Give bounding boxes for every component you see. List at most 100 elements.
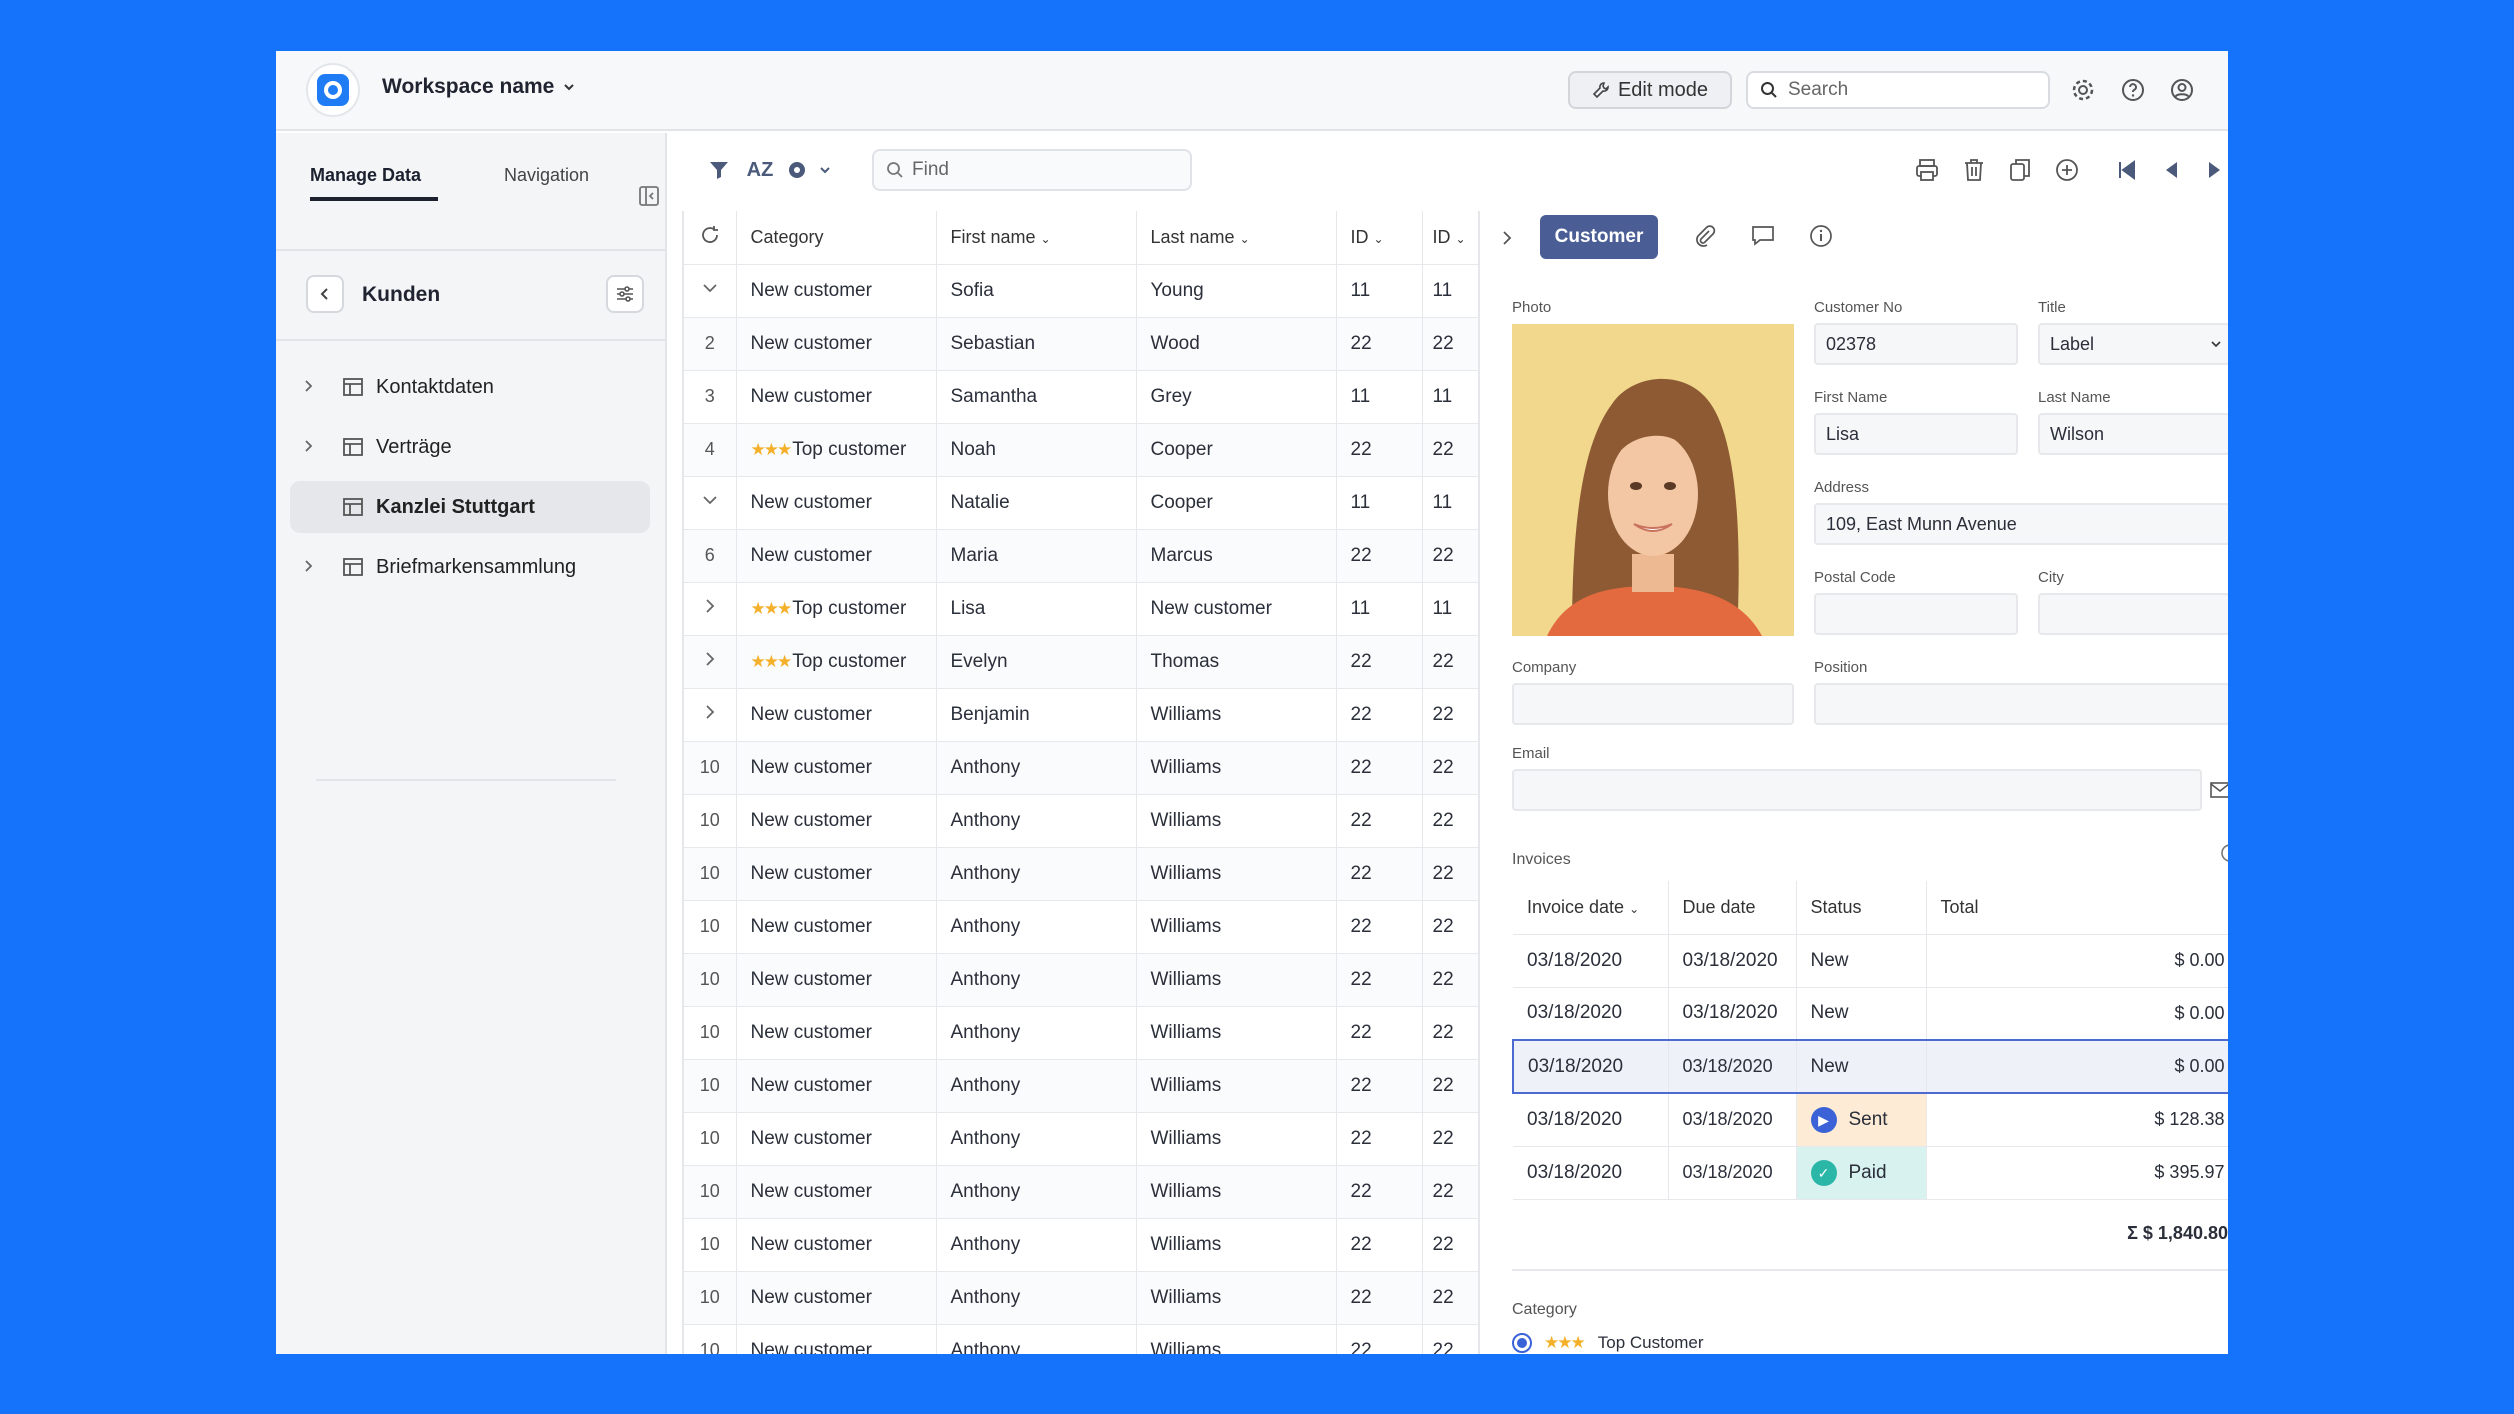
invoice-row[interactable]: 03/18/2020 03/18/2020 New $ 0.00 xyxy=(1512,1039,2228,1094)
category-option-top-customer[interactable]: ★★★ Top Customer xyxy=(1512,1333,1704,1353)
table-row[interactable]: 2 New customer Sebastian Wood 22 22 xyxy=(684,317,1478,371)
cell-category[interactable]: New customer xyxy=(736,1059,937,1113)
column-header-invoice-date[interactable]: Invoice date ⌄ xyxy=(1513,881,1669,935)
cell-due-date[interactable]: 03/18/2020 xyxy=(1668,1093,1797,1147)
column-header-total[interactable]: Total xyxy=(1926,881,2228,935)
cell-due-date[interactable]: 03/18/2020 xyxy=(1668,1146,1797,1200)
cell-last-name[interactable]: Cooper xyxy=(1136,423,1337,477)
comment-icon[interactable] xyxy=(1750,223,1776,249)
cell-category[interactable]: New customer xyxy=(736,476,937,530)
cell-id-2[interactable]: 11 xyxy=(1422,476,1478,530)
cell-total[interactable]: $ 0.00 xyxy=(1926,1039,2228,1094)
edit-mode-button[interactable]: Edit mode xyxy=(1568,71,1732,109)
column-header-id[interactable]: ID ⌄ xyxy=(1336,211,1423,265)
cell-first-name[interactable]: Benjamin xyxy=(936,688,1137,742)
chevron-right-icon[interactable] xyxy=(684,688,737,742)
grid-settings-icon[interactable] xyxy=(782,155,838,185)
find-input[interactable]: Find xyxy=(872,149,1192,191)
cell-id-2[interactable]: 22 xyxy=(1422,741,1478,795)
info-icon[interactable] xyxy=(2220,843,2228,863)
cell-id[interactable]: 11 xyxy=(1336,264,1423,318)
back-button[interactable] xyxy=(306,275,344,313)
chevron-right-icon[interactable] xyxy=(684,635,737,689)
user-account-icon[interactable] xyxy=(2167,75,2197,105)
column-header-id-2[interactable]: ID ⌄ xyxy=(1422,211,1478,265)
cell-id[interactable]: 22 xyxy=(1336,741,1423,795)
cell-id-2[interactable]: 22 xyxy=(1422,1218,1478,1272)
cell-category[interactable]: New customer xyxy=(736,529,937,583)
cell-id-2[interactable]: 22 xyxy=(1422,794,1478,848)
cell-id[interactable]: 22 xyxy=(1336,1271,1423,1325)
tab-manage-data[interactable]: Manage Data xyxy=(310,155,438,201)
sidebar-item-kontaktdaten[interactable]: Kontaktdaten xyxy=(290,361,650,413)
cell-category[interactable]: ★★★ Top customer xyxy=(736,582,937,636)
cell-category[interactable]: New customer xyxy=(736,1006,937,1060)
refresh-icon[interactable] xyxy=(684,211,737,265)
sort-az-icon[interactable]: AZ xyxy=(740,155,780,185)
chevron-down-icon[interactable] xyxy=(684,264,737,318)
cell-last-name[interactable]: Cooper xyxy=(1136,476,1337,530)
table-row[interactable]: 10 New customer Anthony Williams 22 22 xyxy=(684,1218,1478,1272)
filter-icon[interactable] xyxy=(704,155,734,185)
table-row[interactable]: 10 New customer Anthony Williams 22 22 xyxy=(684,741,1478,795)
city-field[interactable] xyxy=(2038,593,2228,635)
workspace-selector[interactable]: Workspace name xyxy=(382,75,576,99)
cell-first-name[interactable]: Anthony xyxy=(936,1218,1137,1272)
search-input[interactable]: Search xyxy=(1746,71,2050,109)
cell-category[interactable]: ★★★ Top customer xyxy=(736,423,937,477)
table-row[interactable]: 10 New customer Anthony Williams 22 22 xyxy=(684,900,1478,954)
table-row[interactable]: New customer Benjamin Williams 22 22 xyxy=(684,688,1478,742)
cell-id[interactable]: 22 xyxy=(1336,317,1423,371)
cell-first-name[interactable]: Anthony xyxy=(936,1059,1137,1113)
cell-category[interactable]: New customer xyxy=(736,953,937,1007)
table-row[interactable]: 10 New customer Anthony Williams 22 22 xyxy=(684,1006,1478,1060)
cell-last-name[interactable]: Williams xyxy=(1136,688,1337,742)
add-record-icon[interactable] xyxy=(2052,155,2082,185)
sidebar-item-kanzlei-stuttgart[interactable]: Kanzlei Stuttgart xyxy=(290,481,650,533)
cell-category[interactable]: New customer xyxy=(736,1112,937,1166)
cell-id[interactable]: 22 xyxy=(1336,688,1423,742)
cell-id[interactable]: 22 xyxy=(1336,423,1423,477)
cell-id-2[interactable]: 11 xyxy=(1422,264,1478,318)
cell-last-name[interactable]: Williams xyxy=(1136,794,1337,848)
table-row[interactable]: 3 New customer Samantha Grey 11 11 xyxy=(684,370,1478,424)
cell-invoice-date[interactable]: 03/18/2020 xyxy=(1513,1093,1669,1147)
cell-first-name[interactable]: Anthony xyxy=(936,900,1137,954)
column-header-first-name[interactable]: First name ⌄ xyxy=(936,211,1137,265)
cell-due-date[interactable]: 03/18/2020 xyxy=(1668,987,1797,1041)
cell-first-name[interactable]: Lisa xyxy=(936,582,1137,636)
column-header-last-name[interactable]: Last name ⌄ xyxy=(1136,211,1337,265)
cell-due-date[interactable]: 03/18/2020 xyxy=(1668,1039,1797,1094)
cell-invoice-date[interactable]: 03/18/2020 xyxy=(1512,1039,1669,1094)
settings-gear-icon[interactable] xyxy=(2068,75,2098,105)
cell-id[interactable]: 22 xyxy=(1336,794,1423,848)
cell-category[interactable]: New customer xyxy=(736,794,937,848)
cell-total[interactable]: $ 0.00 xyxy=(1926,934,2228,988)
attachment-icon[interactable] xyxy=(1692,223,1718,249)
cell-id-2[interactable]: 22 xyxy=(1422,423,1478,477)
cell-category[interactable]: New customer xyxy=(736,1271,937,1325)
cell-status[interactable]: ▶ Sent xyxy=(1796,1093,1927,1147)
cell-id-2[interactable]: 22 xyxy=(1422,1112,1478,1166)
cell-id[interactable]: 11 xyxy=(1336,476,1423,530)
cell-last-name[interactable]: Wood xyxy=(1136,317,1337,371)
title-select[interactable]: Label xyxy=(2038,323,2228,365)
table-row[interactable]: New customer Sofia Young 11 11 xyxy=(684,264,1478,318)
cell-last-name[interactable]: Williams xyxy=(1136,1006,1337,1060)
cell-first-name[interactable]: Evelyn xyxy=(936,635,1137,689)
cell-invoice-date[interactable]: 03/18/2020 xyxy=(1513,934,1669,988)
sidebar-item-briefmarkensammlung[interactable]: Briefmarkensammlung xyxy=(290,541,650,593)
cell-last-name[interactable]: Williams xyxy=(1136,1059,1337,1113)
cell-category[interactable]: New customer xyxy=(736,847,937,901)
last-name-field[interactable]: Wilson xyxy=(2038,413,2228,455)
cell-category[interactable]: New customer xyxy=(736,900,937,954)
cell-id[interactable]: 22 xyxy=(1336,1059,1423,1113)
cell-first-name[interactable]: Anthony xyxy=(936,847,1137,901)
column-header-category[interactable]: Category xyxy=(736,211,937,265)
cell-id[interactable]: 11 xyxy=(1336,370,1423,424)
help-icon[interactable] xyxy=(2118,75,2148,105)
table-row[interactable]: ★★★ Top customer Lisa New customer 11 11 xyxy=(684,582,1478,636)
cell-id-2[interactable]: 11 xyxy=(1422,582,1478,636)
cell-last-name[interactable]: Williams xyxy=(1136,1112,1337,1166)
invoice-row[interactable]: 03/18/2020 03/18/2020 ✓ Paid $ 395.97 xyxy=(1513,1146,2228,1200)
